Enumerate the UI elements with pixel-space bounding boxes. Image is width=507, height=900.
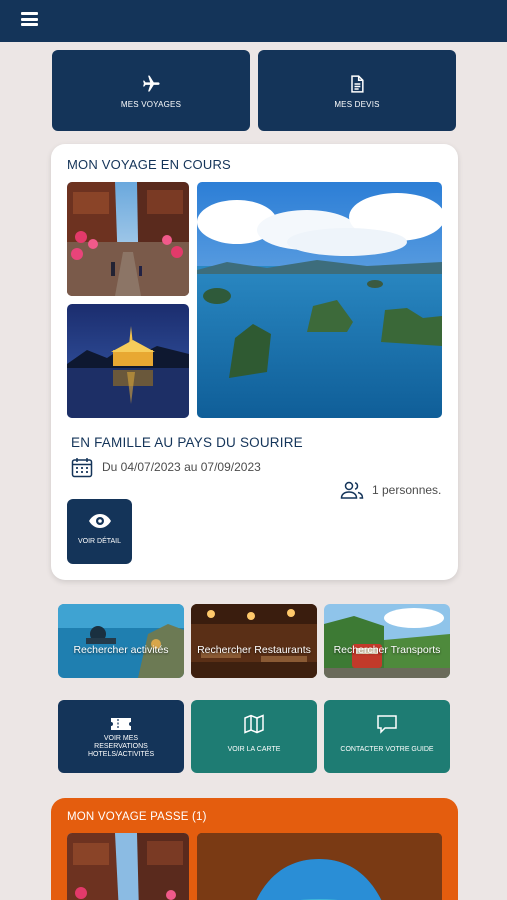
search-transports-tile[interactable]: Rechercher Transports xyxy=(324,604,450,678)
trip-dates: Du 04/07/2023 au 07/09/2023 xyxy=(102,460,261,474)
activities-photo xyxy=(58,604,184,678)
search-transports-label: Rechercher Transports xyxy=(333,644,441,656)
my-trips-label: MES VOYAGES xyxy=(120,100,182,109)
airplane-icon xyxy=(143,75,160,92)
eye-icon xyxy=(88,514,111,528)
trip-people-count: 1 personnes. xyxy=(372,483,442,497)
my-quotes-label: MES DEVIS xyxy=(334,100,380,109)
view-map-label: VOIR LA CARTE xyxy=(227,746,281,753)
search-activities-tile[interactable]: Rechercher activités xyxy=(58,604,184,678)
map-icon xyxy=(244,714,264,734)
view-detail-button[interactable]: VOIR DÉTAIL xyxy=(67,499,132,564)
top-app-bar xyxy=(0,0,507,42)
hamburger-menu-icon[interactable] xyxy=(21,12,38,26)
current-trip-section-title: MON VOYAGE EN COURS xyxy=(67,157,231,172)
view-reservations-label: VOIR MES RESERVATIONS HOTELS/ACTIVITÉS xyxy=(88,735,155,758)
trip-photo-bay xyxy=(197,182,442,418)
my-quotes-button[interactable]: MES DEVIS xyxy=(258,50,456,131)
trip-name: EN FAMILLE AU PAYS DU SOURIRE xyxy=(71,435,303,450)
search-activities-label: Rechercher activités xyxy=(73,644,169,656)
contact-guide-label: CONTACTER VOTRE GUIDE xyxy=(340,746,434,753)
ticket-icon xyxy=(111,718,131,730)
document-icon xyxy=(351,75,364,93)
restaurants-photo xyxy=(191,604,317,678)
trip-photo-temple xyxy=(67,304,189,418)
people-icon xyxy=(340,481,364,499)
calendar-icon xyxy=(71,458,93,478)
chat-icon xyxy=(377,715,397,734)
search-restaurants-label: Rechercher Restaurants xyxy=(197,644,311,656)
past-trip-photo-cave xyxy=(197,833,442,900)
search-restaurants-tile[interactable]: Rechercher Restaurants xyxy=(191,604,317,678)
view-map-button[interactable]: VOIR LA CARTE xyxy=(191,700,317,773)
past-trip-photo-street xyxy=(67,833,189,900)
past-trip-section-title: MON VOYAGE PASSE (1) xyxy=(67,811,207,823)
current-trip-card: MON VOYAGE EN COURS EN FAMILLE AU PAYS D… xyxy=(51,144,458,580)
past-trip-card: MON VOYAGE PASSE (1) xyxy=(51,798,458,900)
trip-photo-street xyxy=(67,182,189,296)
transports-photo xyxy=(324,604,450,678)
my-trips-button[interactable]: MES VOYAGES xyxy=(52,50,250,131)
view-reservations-button[interactable]: VOIR MES RESERVATIONS HOTELS/ACTIVITÉS xyxy=(58,700,184,773)
contact-guide-button[interactable]: CONTACTER VOTRE GUIDE xyxy=(324,700,450,773)
view-detail-label: VOIR DÉTAIL xyxy=(77,538,122,545)
